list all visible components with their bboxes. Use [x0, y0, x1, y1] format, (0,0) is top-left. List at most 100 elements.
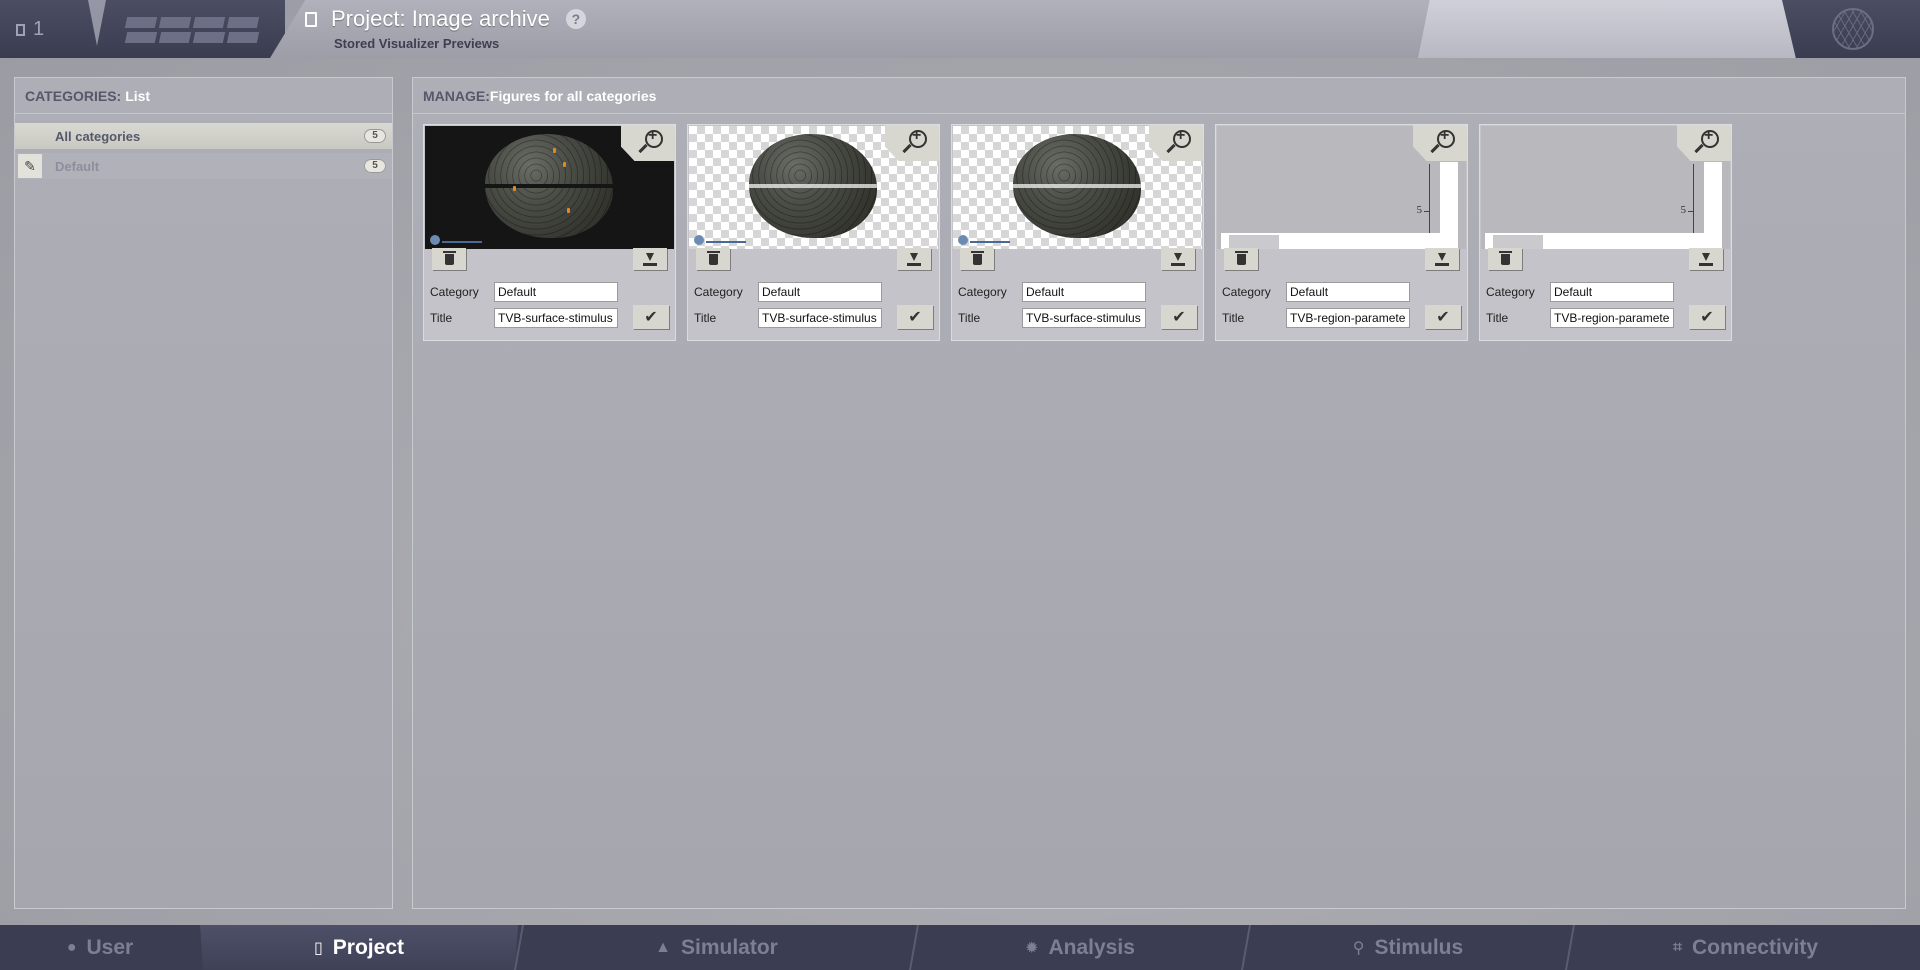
title-field[interactable]	[1550, 308, 1674, 328]
document-icon	[305, 11, 317, 27]
brain-image	[1013, 134, 1141, 238]
pin-icon: ⚲	[1352, 939, 1365, 957]
delete-button[interactable]	[1488, 248, 1522, 270]
category-field-label: Category	[1222, 285, 1271, 299]
download-icon	[1435, 252, 1449, 266]
category-item-all[interactable]: All categories 5	[15, 123, 392, 149]
save-button[interactable]: ✔	[1689, 305, 1725, 329]
plot-tick-label: 5	[1680, 204, 1687, 216]
menu-grid-icon[interactable]	[124, 17, 260, 43]
delete-button[interactable]	[1224, 248, 1258, 270]
brain-image	[485, 134, 613, 238]
check-icon: ✔	[1172, 309, 1186, 326]
save-button[interactable]: ✔	[1161, 305, 1197, 329]
zoom-in-icon	[909, 127, 927, 148]
zoom-in-icon	[1173, 127, 1191, 148]
category-field-label: Category	[1486, 285, 1535, 299]
delete-button[interactable]	[696, 248, 730, 270]
plot-base-grey	[1493, 235, 1543, 249]
tab-user[interactable]: ● User	[0, 925, 200, 970]
page-title: Project: Image archive	[331, 6, 550, 31]
delete-button[interactable]	[432, 248, 466, 270]
check-icon: ✔	[1436, 309, 1450, 326]
download-button[interactable]	[897, 248, 931, 270]
download-button[interactable]	[633, 248, 667, 270]
title-field[interactable]	[494, 308, 618, 328]
tab-simulator[interactable]: ▲ Simulator	[520, 925, 913, 970]
plot-tick-label: 5	[1416, 204, 1423, 216]
categories-heading-key: CATEGORIES:	[25, 87, 122, 104]
plot-base-grey	[1229, 235, 1279, 249]
tab-connectivity[interactable]: ⌗ Connectivity	[1571, 925, 1920, 970]
category-field[interactable]	[494, 282, 618, 302]
project-count: 1	[33, 18, 45, 40]
save-button[interactable]: ✔	[897, 305, 933, 329]
check-icon: ✔	[908, 309, 922, 326]
header-right-block	[1418, 0, 1808, 58]
tvb-logo-icon	[958, 235, 968, 245]
check-icon: ✔	[1700, 309, 1714, 326]
categories-panel: CATEGORIES: List All categories 5 ✎ Defa…	[14, 77, 393, 909]
rocket-icon: ▲	[655, 938, 671, 956]
tab-analysis[interactable]: ✹ Analysis	[915, 925, 1245, 970]
wedge-decoration	[88, 0, 106, 46]
plot-tick	[1424, 211, 1430, 212]
save-button[interactable]: ✔	[633, 305, 669, 329]
title-field[interactable]	[1286, 308, 1410, 328]
bottom-nav: ● User ▯ Project ▲ Simulator ✹ Analysis …	[0, 925, 1920, 970]
plot-colorbar	[1440, 162, 1458, 233]
tvb-logo-icon	[430, 235, 440, 245]
pencil-icon[interactable]: ✎	[18, 154, 42, 178]
manage-header: MANAGE: Figures for all categories	[413, 78, 1905, 114]
title-field-label: Title	[1486, 311, 1509, 325]
category-count-badge: 5	[364, 129, 386, 143]
delete-button[interactable]	[960, 248, 994, 270]
save-button[interactable]: ✔	[1425, 305, 1461, 329]
plot-tick	[1688, 211, 1694, 212]
category-field[interactable]	[1286, 282, 1410, 302]
tab-label: Stimulus	[1374, 935, 1464, 959]
download-button[interactable]	[1425, 248, 1459, 270]
download-icon	[1171, 252, 1185, 266]
download-icon	[1699, 252, 1713, 266]
top-header: 1 Project: Image archive ? Stored Visual…	[0, 0, 1920, 60]
document-icon	[16, 23, 25, 36]
category-field[interactable]	[1022, 282, 1146, 302]
network-icon: ⌗	[1672, 938, 1682, 956]
category-field-label: Category	[694, 285, 743, 299]
plot-axis	[1429, 164, 1430, 233]
tvb-logo-icon	[694, 235, 704, 245]
user-icon: ●	[66, 938, 77, 956]
category-field[interactable]	[1550, 282, 1674, 302]
figure-card: 5 Category Title ✔	[1215, 124, 1468, 341]
tab-label: Project	[332, 935, 404, 959]
tvb-logo-icon[interactable]	[1832, 8, 1874, 50]
category-item-default[interactable]: ✎ Default 5	[15, 153, 392, 179]
download-icon	[907, 252, 921, 266]
figure-card: Category Title ✔	[687, 124, 940, 341]
tab-stimulus[interactable]: ⚲ Stimulus	[1247, 925, 1569, 970]
zoom-in-icon	[645, 127, 663, 148]
manage-heading-value: Figures for all categories	[489, 87, 657, 104]
tab-label: Simulator	[680, 935, 778, 959]
category-label: Default	[55, 158, 100, 174]
trash-icon	[442, 250, 456, 265]
category-count-badge: 5	[364, 159, 386, 173]
download-button[interactable]	[1689, 248, 1723, 270]
title-field-label: Title	[958, 311, 981, 325]
tab-label: Connectivity	[1691, 935, 1819, 959]
download-button[interactable]	[1161, 248, 1195, 270]
brain-image	[749, 134, 877, 238]
help-icon[interactable]: ?	[565, 9, 586, 29]
zoom-in-icon	[1701, 127, 1719, 148]
tab-project[interactable]: ▯ Project	[200, 925, 518, 970]
title-field[interactable]	[1022, 308, 1146, 328]
project-counter[interactable]: 1	[16, 18, 44, 41]
category-label: All categories	[55, 128, 141, 144]
categories-heading-value: List	[125, 87, 151, 104]
category-field-label: Category	[958, 285, 1007, 299]
category-field[interactable]	[758, 282, 882, 302]
title-field-label: Title	[1222, 311, 1245, 325]
title-field[interactable]	[758, 308, 882, 328]
tab-label: User	[86, 935, 134, 959]
